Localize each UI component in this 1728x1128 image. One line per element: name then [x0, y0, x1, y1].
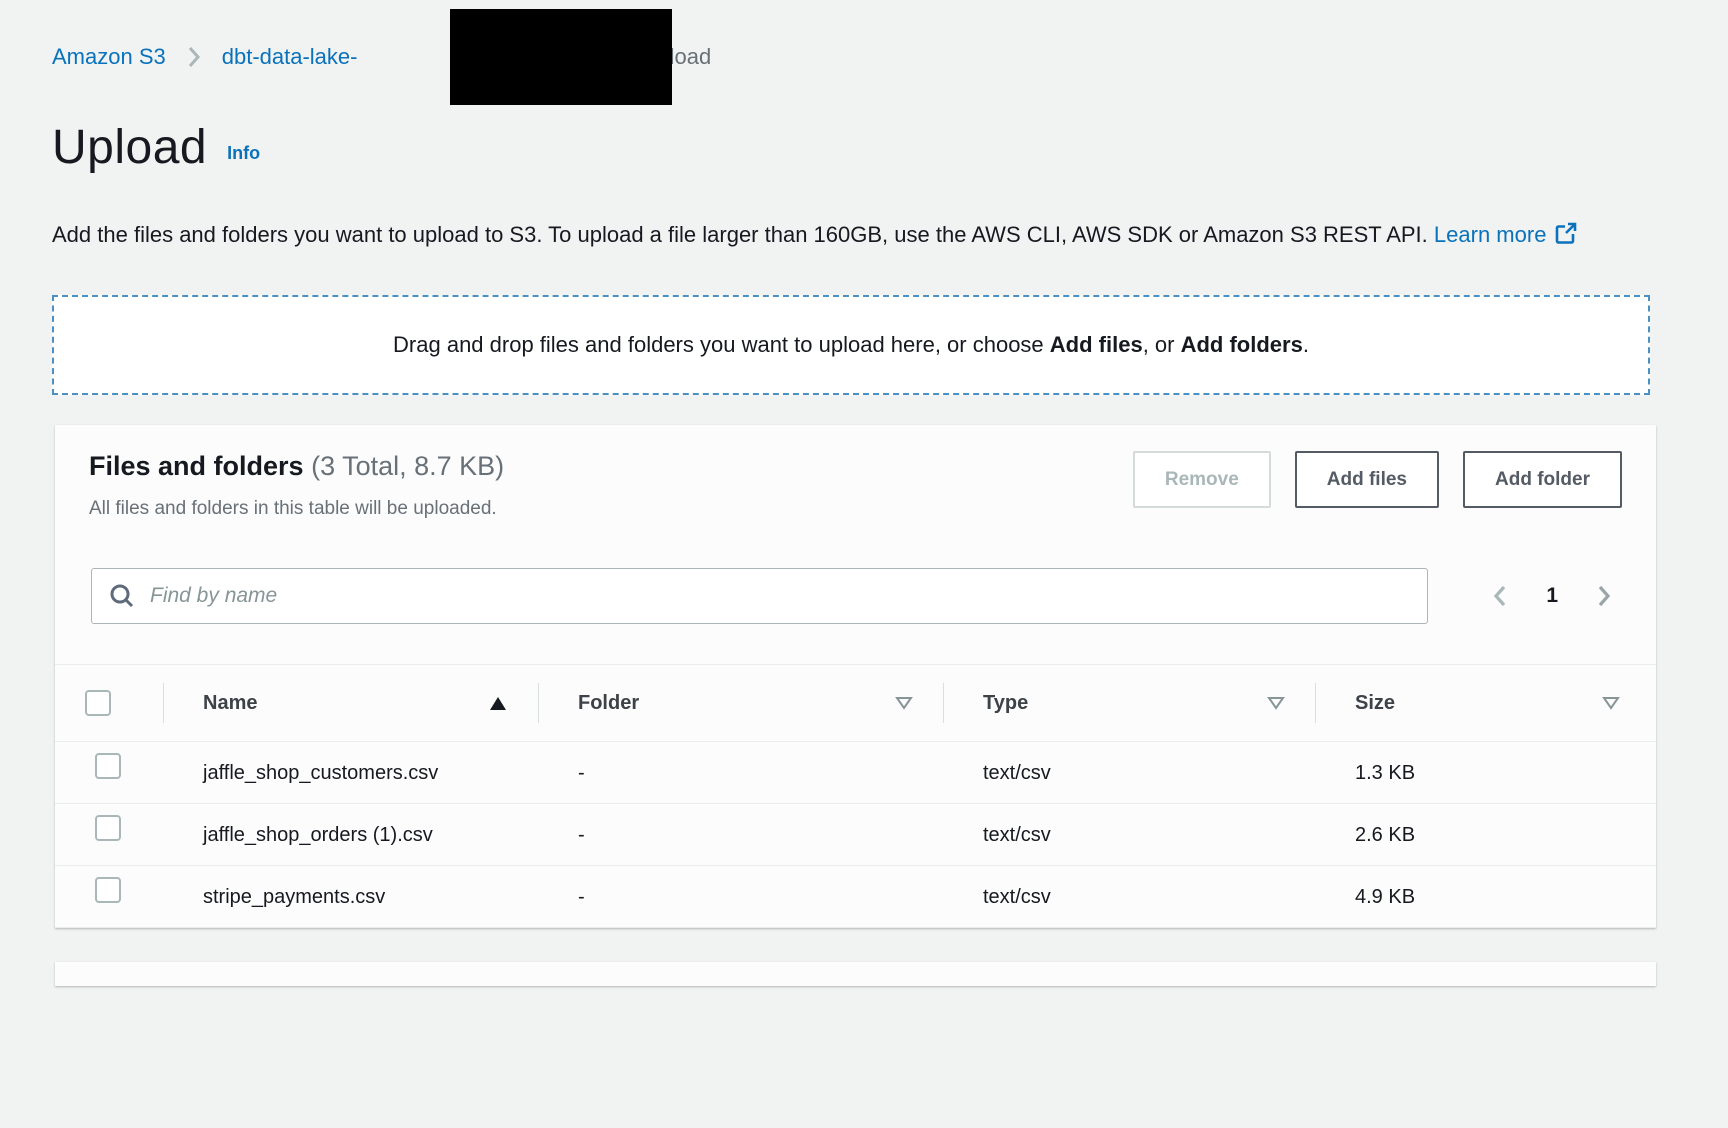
- row-checkbox[interactable]: [95, 753, 121, 779]
- dropzone-text: Drag and drop files and folders you want…: [393, 332, 1309, 358]
- column-divider: [1315, 683, 1316, 723]
- column-header-folder[interactable]: Folder: [538, 665, 943, 741]
- cell-name: jaffle_shop_orders (1).csv: [163, 815, 538, 855]
- select-all-cell: [55, 665, 163, 741]
- search-input[interactable]: [150, 584, 1411, 608]
- cell-folder: -: [538, 877, 943, 917]
- cell-name: jaffle_shop_customers.csv: [163, 753, 538, 793]
- table-header-row: Name Folder Type Siz: [55, 665, 1656, 742]
- row-checkbox[interactable]: [95, 877, 121, 903]
- cell-name: stripe_payments.csv: [163, 877, 538, 917]
- search-box: [91, 568, 1428, 624]
- remove-button[interactable]: Remove: [1133, 451, 1271, 508]
- row-select-cell: [55, 815, 163, 855]
- row-select-cell: [55, 877, 163, 917]
- sortable-triangle-down-icon: [1267, 696, 1285, 710]
- cell-size: 2.6 KB: [1315, 815, 1656, 855]
- chevron-left-icon: [1488, 582, 1512, 610]
- column-label: Folder: [578, 692, 639, 715]
- files-panel-title: Files and folders: [89, 451, 304, 481]
- breadcrumb: Amazon S3 dbt-data-lake- Upload: [0, 0, 1728, 70]
- add-files-button[interactable]: Add files: [1295, 451, 1439, 508]
- column-divider: [943, 683, 944, 723]
- column-label: Size: [1355, 692, 1395, 715]
- files-panel-count: (3 Total, 8.7 KB): [311, 451, 504, 481]
- dropzone-text-suffix: .: [1303, 332, 1309, 357]
- breadcrumb-link-bucket[interactable]: dbt-data-lake-: [222, 44, 358, 70]
- files-panel-subtitle: All files and folders in this table will…: [89, 498, 504, 520]
- table-row: jaffle_shop_customers.csv - text/csv 1.3…: [55, 742, 1656, 804]
- pagination: 1: [1484, 578, 1620, 614]
- cell-size: 4.9 KB: [1315, 877, 1656, 917]
- intro-text: Add the files and folders you want to up…: [52, 222, 1428, 247]
- column-label: Name: [203, 692, 257, 715]
- breadcrumb-link-amazon-s3[interactable]: Amazon S3: [52, 44, 166, 70]
- panel-actions: Remove Add files Add folder: [1133, 451, 1622, 508]
- add-folder-button[interactable]: Add folder: [1463, 451, 1622, 508]
- cell-size: 1.3 KB: [1315, 753, 1656, 793]
- dropzone-text-prefix: Drag and drop files and folders you want…: [393, 332, 1050, 357]
- learn-more-link[interactable]: Learn more: [1434, 222, 1547, 247]
- dropzone-add-folders-label: Add folders: [1181, 332, 1303, 357]
- redacted-bucket-name: [450, 9, 672, 105]
- row-select-cell: [55, 753, 163, 793]
- chevron-right-icon: [184, 44, 204, 70]
- column-header-size[interactable]: Size: [1315, 665, 1656, 741]
- files-table: Name Folder Type Siz: [55, 664, 1656, 928]
- cell-folder: -: [538, 815, 943, 855]
- page-title: Upload: [52, 120, 207, 175]
- cell-type: text/csv: [943, 877, 1315, 917]
- search-icon: [108, 582, 136, 610]
- sortable-triangle-down-icon: [1602, 696, 1620, 710]
- next-page-button[interactable]: [1588, 578, 1620, 614]
- table-row: stripe_payments.csv - text/csv 4.9 KB: [55, 866, 1656, 928]
- cell-type: text/csv: [943, 815, 1315, 855]
- info-link[interactable]: Info: [227, 143, 260, 164]
- column-divider: [163, 683, 164, 723]
- column-label: Type: [983, 692, 1028, 715]
- row-checkbox[interactable]: [95, 815, 121, 841]
- prev-page-button[interactable]: [1484, 578, 1516, 614]
- dropzone[interactable]: Drag and drop files and folders you want…: [52, 295, 1650, 395]
- cell-type: text/csv: [943, 753, 1315, 793]
- files-panel: Files and folders (3 Total, 8.7 KB) All …: [55, 425, 1656, 928]
- current-page-number: 1: [1546, 584, 1558, 608]
- sort-ascending-icon: [488, 696, 508, 711]
- column-divider: [538, 683, 539, 723]
- page-header: Upload Info: [52, 120, 1728, 175]
- external-link-icon: [1554, 221, 1578, 245]
- next-section-sliver: [55, 962, 1656, 986]
- sortable-triangle-down-icon: [895, 696, 913, 710]
- files-panel-heading: Files and folders (3 Total, 8.7 KB) All …: [89, 451, 504, 520]
- select-all-checkbox[interactable]: [85, 690, 111, 716]
- table-row: jaffle_shop_orders (1).csv - text/csv 2.…: [55, 804, 1656, 866]
- intro-paragraph: Add the files and folders you want to up…: [52, 215, 1652, 255]
- column-header-type[interactable]: Type: [943, 665, 1315, 741]
- column-header-name[interactable]: Name: [163, 665, 538, 741]
- dropzone-text-separator: , or: [1143, 332, 1181, 357]
- chevron-right-icon: [1592, 582, 1616, 610]
- dropzone-add-files-label: Add files: [1050, 332, 1143, 357]
- cell-folder: -: [538, 753, 943, 793]
